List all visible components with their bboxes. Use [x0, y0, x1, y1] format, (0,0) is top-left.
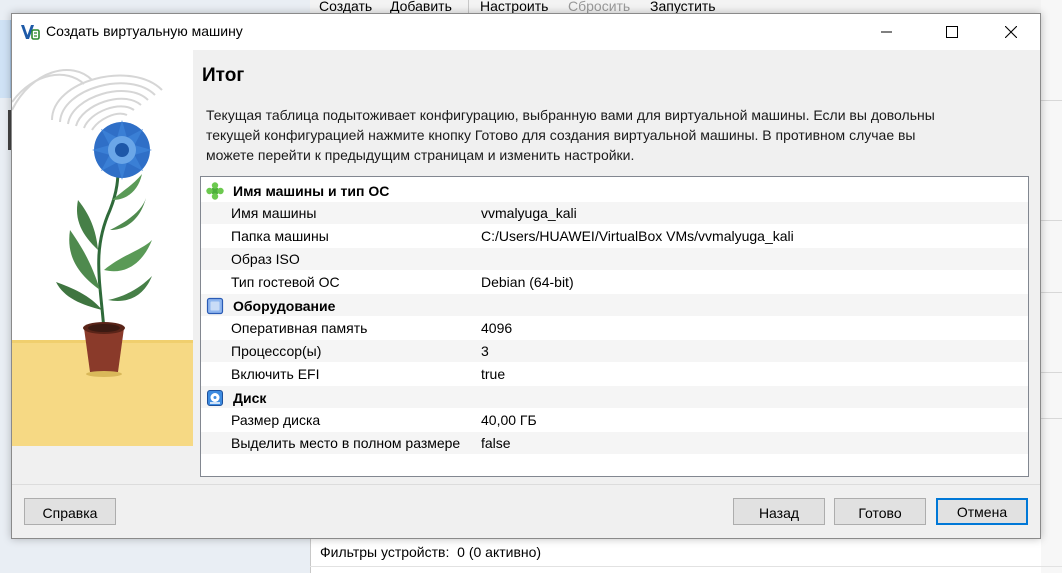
- dialog-titlebar[interactable]: Создать виртуальную машину: [12, 14, 1040, 50]
- table-row: Включить EFI true: [201, 363, 1028, 385]
- summary-table[interactable]: Имя машины и тип ОС Имя машины vvmalyuga…: [200, 176, 1029, 477]
- minimize-button[interactable]: [864, 14, 910, 50]
- close-button[interactable]: [988, 14, 1034, 50]
- background-right-strip: [1041, 0, 1062, 573]
- table-row: Выделить место в полном размере false: [201, 432, 1028, 454]
- row-value: 4096: [481, 320, 513, 336]
- section-header: Диск: [201, 386, 1028, 408]
- potted-flower-illustration: [12, 50, 193, 446]
- row-value: 40,00 ГБ: [481, 412, 537, 428]
- background-selected-vm[interactable]: [0, 20, 11, 98]
- row-key: Оперативная память: [231, 320, 368, 336]
- puzzle-icon: [206, 182, 224, 200]
- table-row: Оперативная память 4096: [201, 317, 1028, 339]
- cancel-button[interactable]: Отмена: [936, 498, 1028, 525]
- device-filters-label: Фильтры устройств:: [320, 544, 450, 560]
- row-key: Имя машины: [231, 205, 317, 221]
- page-title: Итог: [202, 65, 245, 86]
- table-row: Папка машины C:/Users/HUAWEI/VirtualBox …: [201, 225, 1028, 247]
- section-header: Оборудование: [201, 294, 1028, 316]
- background-edge-line: [1041, 220, 1062, 221]
- row-value: C:/Users/HUAWEI/VirtualBox VMs/vvmalyuga…: [481, 228, 794, 244]
- table-row: Тип гостевой ОС Debian (64-bit): [201, 271, 1028, 293]
- section-title: Диск: [233, 390, 267, 406]
- row-key: Тип гостевой ОС: [231, 274, 340, 290]
- bg-toolbar-add[interactable]: Добавить: [390, 0, 452, 14]
- minimize-icon: [881, 31, 892, 33]
- table-row: Имя машины vvmalyuga_kali: [201, 202, 1028, 224]
- table-row: Процессор(ы) 3: [201, 340, 1028, 362]
- background-edge-line: [1041, 372, 1062, 373]
- maximize-icon: [946, 26, 958, 38]
- wizard-illustration: [12, 50, 193, 446]
- footer-divider: [12, 484, 1040, 485]
- chip-icon: [206, 297, 224, 315]
- row-key: Процессор(ы): [231, 343, 322, 359]
- table-row: Образ ISO: [201, 248, 1028, 270]
- background-edge-line: [1041, 100, 1062, 101]
- bg-toolbar-reset: Сбросить: [568, 0, 631, 14]
- section-header: Имя машины и тип ОС: [201, 179, 1028, 201]
- table-row: Размер диска 40,00 ГБ: [201, 409, 1028, 431]
- background-edge-line: [1041, 418, 1062, 419]
- disk-icon: [207, 390, 223, 406]
- background-edge-line: [1041, 292, 1062, 293]
- section-title: Оборудование: [233, 298, 336, 314]
- bg-toolbar-settings[interactable]: Настроить: [480, 0, 548, 14]
- row-value: true: [481, 366, 506, 382]
- row-value: vvmalyuga_kali: [481, 205, 577, 221]
- row-key: Включить EFI: [231, 366, 320, 382]
- row-key: Образ ISO: [231, 251, 300, 267]
- back-button[interactable]: Назад: [733, 498, 825, 525]
- row-value: Debian (64-bit): [481, 274, 574, 290]
- row-key: Папка машины: [231, 228, 329, 244]
- background-device-filters: Фильтры устройств: 0 (0 активно): [320, 544, 541, 560]
- row-key: Выделить место в полном размере: [231, 435, 461, 451]
- row-value: 3: [481, 343, 489, 359]
- row-key: Размер диска: [231, 412, 321, 428]
- create-vm-dialog: Создать виртуальную машину Итог Текущая …: [11, 13, 1041, 539]
- row-value: false: [481, 435, 511, 451]
- help-button[interactable]: Справка: [24, 498, 116, 525]
- section-title: Имя машины и тип ОС: [233, 183, 390, 199]
- dialog-title: Создать виртуальную машину: [46, 23, 243, 39]
- bg-toolbar-create[interactable]: Создать: [319, 0, 372, 14]
- bg-toolbar-start[interactable]: Запустить: [650, 0, 716, 14]
- maximize-button[interactable]: [929, 14, 975, 50]
- page-description: Текущая таблица подытоживает конфигураци…: [206, 107, 935, 163]
- close-icon: [1005, 26, 1017, 38]
- device-filters-value: 0 (0 активно): [457, 544, 542, 560]
- finish-button[interactable]: Готово: [834, 498, 926, 525]
- background-divider: [310, 566, 1062, 567]
- virtualbox-logo-icon: [21, 25, 40, 40]
